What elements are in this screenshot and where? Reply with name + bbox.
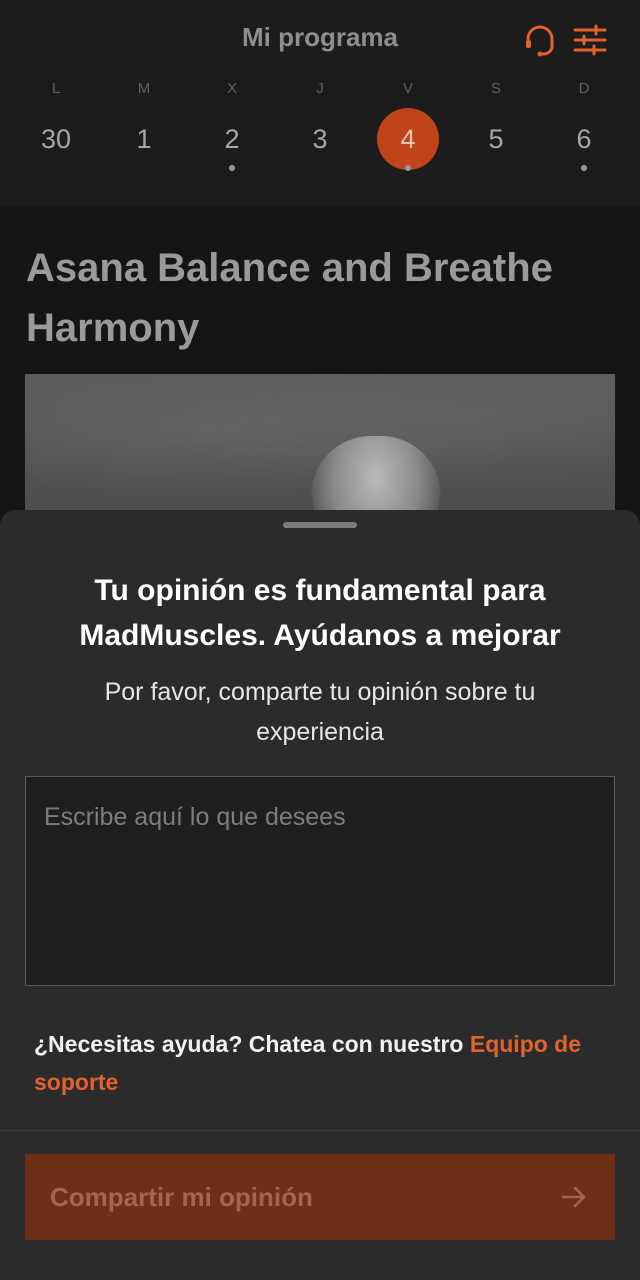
day-cell-selected[interactable]: V 4 — [364, 80, 452, 190]
day-number[interactable]: 1 — [113, 108, 175, 170]
day-cell[interactable]: D 6 — [540, 80, 628, 190]
week-calendar: L 30 M 1 X 2 J 3 V 4 S 5 D 6 — [12, 80, 628, 190]
activity-dot — [229, 165, 235, 171]
feedback-input[interactable] — [25, 776, 615, 986]
sheet-subtitle: Por favor, comparte tu opinión sobre tu … — [104, 678, 536, 746]
day-letter: M — [137, 80, 151, 97]
feedback-sheet: Tu opinión es fundamental para MadMuscle… — [0, 510, 640, 1280]
day-cell[interactable]: L 30 — [12, 80, 100, 190]
day-cell[interactable]: S 5 — [452, 80, 540, 190]
headset-icon[interactable] — [522, 22, 558, 58]
day-number[interactable]: 30 — [25, 108, 87, 170]
day-letter: S — [490, 80, 501, 97]
day-letter: X — [226, 80, 237, 97]
arrow-right-icon — [559, 1182, 589, 1212]
program-header: Mi programa L 30 M 1 X 2 J 3 V 4 S 5 D 6 — [0, 0, 640, 206]
day-cell[interactable]: J 3 — [276, 80, 364, 190]
day-number[interactable]: 4 — [377, 108, 439, 170]
day-number[interactable]: 2 — [201, 108, 263, 170]
workout-hero-image[interactable] — [25, 374, 615, 514]
submit-label: Compartir mi opinión — [50, 1181, 313, 1212]
support-help-text: ¿Necesitas ayuda? Chatea con nuestro Equ… — [34, 1025, 614, 1101]
day-letter: V — [402, 80, 413, 97]
day-cell[interactable]: M 1 — [100, 80, 188, 190]
day-number[interactable]: 6 — [553, 108, 615, 170]
help-text: ¿Necesitas ayuda? Chatea con nuestro — [34, 1031, 470, 1057]
day-letter: D — [578, 80, 590, 97]
share-feedback-button[interactable]: Compartir mi opinión — [25, 1154, 615, 1240]
sheet-title: Tu opinión es fundamental para MadMuscle… — [79, 574, 561, 652]
divider — [0, 1130, 640, 1131]
day-letter: J — [316, 80, 324, 97]
day-number[interactable]: 3 — [289, 108, 351, 170]
workout-title: Asana Balance and Breathe Harmony — [26, 246, 553, 350]
sliders-icon[interactable] — [572, 22, 608, 58]
activity-dot — [581, 165, 587, 171]
day-cell[interactable]: X 2 — [188, 80, 276, 190]
day-number[interactable]: 5 — [465, 108, 527, 170]
sheet-drag-handle[interactable] — [283, 522, 357, 528]
day-letter: L — [51, 80, 61, 97]
activity-dot — [405, 165, 411, 171]
